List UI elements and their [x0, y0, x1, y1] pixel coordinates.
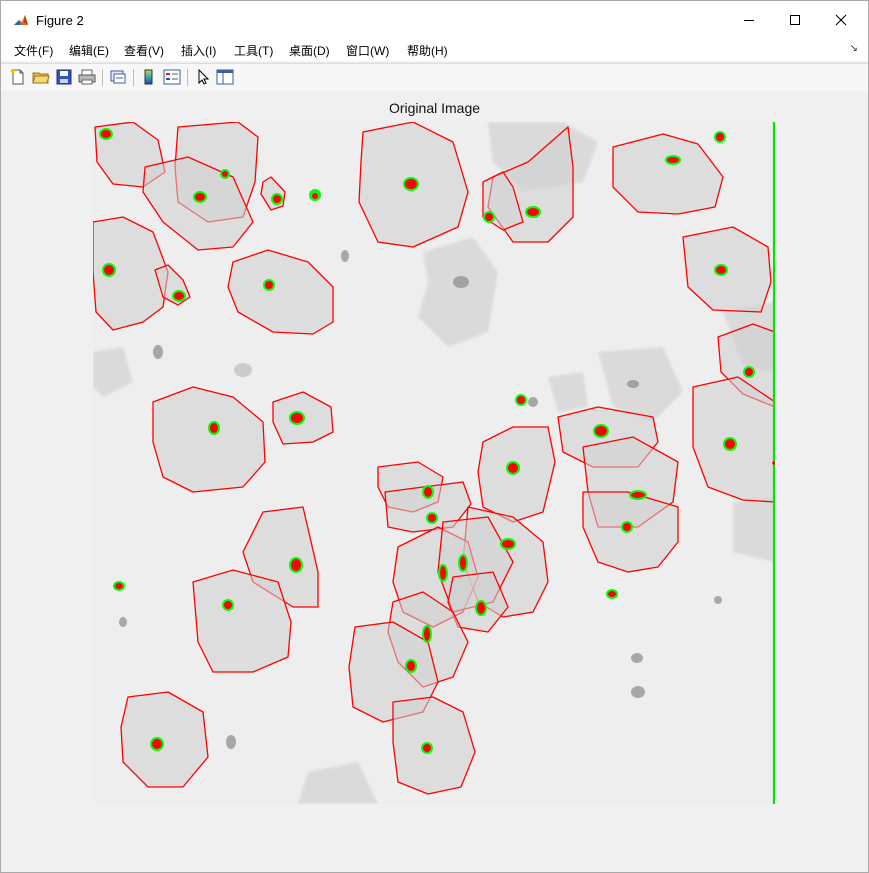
link-icon[interactable]: [109, 68, 127, 86]
close-icon: [835, 14, 847, 26]
menu-desktop[interactable]: 桌面(D): [289, 42, 330, 59]
undock-arrow-icon[interactable]: ↘: [850, 43, 858, 54]
print-icon[interactable]: [78, 68, 96, 86]
image-axes[interactable]: [93, 122, 775, 804]
property-editor-icon[interactable]: [216, 68, 234, 86]
menu-help[interactable]: 帮助(H): [407, 42, 448, 59]
menu-insert[interactable]: 插入(I): [181, 42, 216, 59]
menu-view[interactable]: 查看(V): [124, 42, 164, 59]
save-icon[interactable]: [55, 68, 73, 86]
new-figure-icon[interactable]: [9, 68, 27, 86]
minimize-icon: [744, 20, 754, 21]
legend-icon[interactable]: [163, 68, 181, 86]
matlab-icon: [13, 13, 29, 29]
figure-window: Figure 2 文件(F) 编辑(E) 查看(V) 插入(I) 工具(T) 桌…: [0, 0, 869, 873]
figure-canvas: Original Image: [1, 91, 868, 872]
minimize-button[interactable]: [726, 1, 772, 39]
colorbar-icon[interactable]: [140, 68, 158, 86]
title-bar[interactable]: Figure 2: [1, 1, 868, 39]
menu-window[interactable]: 窗口(W): [346, 42, 389, 59]
menu-tools[interactable]: 工具(T): [234, 42, 273, 59]
axes-title: Original Image: [388, 100, 481, 116]
window-title: Figure 2: [36, 13, 84, 28]
toolbar-separator: [102, 69, 103, 86]
close-button[interactable]: [818, 1, 864, 39]
open-file-icon[interactable]: [32, 68, 50, 86]
menu-file[interactable]: 文件(F): [14, 42, 53, 59]
maximize-icon: [790, 15, 800, 25]
pointer-icon[interactable]: [194, 68, 212, 86]
toolbar-separator: [133, 69, 134, 86]
menu-bar: 文件(F) 编辑(E) 查看(V) 插入(I) 工具(T) 桌面(D) 窗口(W…: [1, 39, 868, 61]
toolbar-separator: [187, 69, 188, 86]
menu-edit[interactable]: 编辑(E): [69, 42, 109, 59]
figure-toolbar: [1, 63, 868, 92]
maximize-button[interactable]: [772, 1, 818, 39]
